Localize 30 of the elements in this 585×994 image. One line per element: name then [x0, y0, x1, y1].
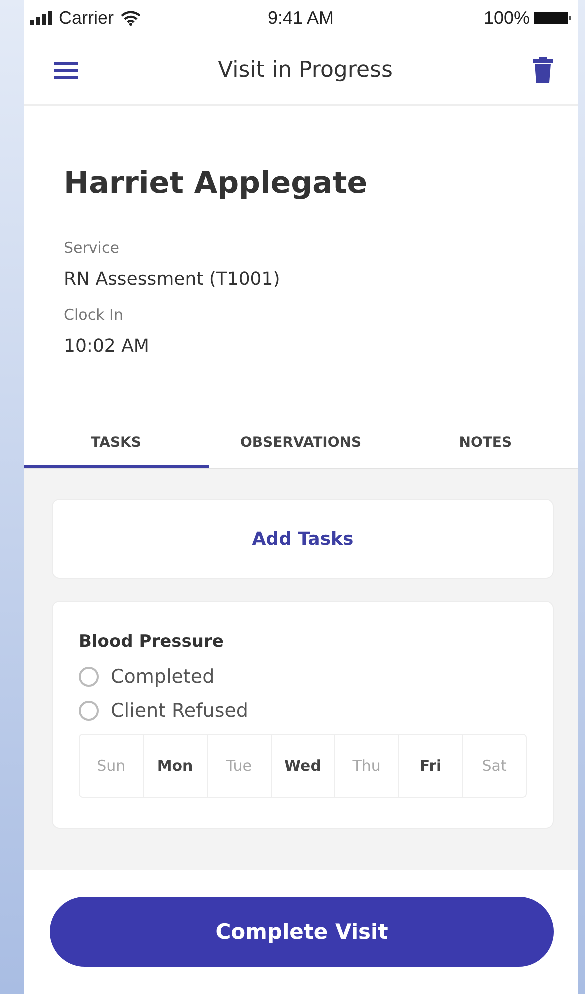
field-value: RN Assessment (T1001) [64, 269, 282, 290]
field-label: Clock In [64, 306, 124, 324]
day-cell: Wed [272, 735, 336, 797]
signal-icon [30, 11, 52, 25]
field-label: Service [64, 239, 120, 257]
menu-icon[interactable] [54, 62, 78, 78]
day-cell-text: Sat [481, 756, 508, 777]
tab[interactable]: NOTES [393, 425, 578, 468]
client-name: Harriet Applegate [64, 166, 369, 201]
day-cell: Sun [80, 735, 144, 797]
day-cell: Fri [399, 735, 464, 797]
day-cell: Thu [335, 735, 400, 797]
status-time: 9:41 AM [268, 8, 334, 28]
screen-title: Visit in Progress [218, 58, 393, 82]
add-tasks-button[interactable]: Add Tasks [52, 499, 554, 579]
field-value: 10:02 AM [64, 336, 150, 357]
trash-icon[interactable] [533, 57, 553, 83]
option-label: Client Refused [111, 700, 248, 722]
battery-icon [534, 11, 572, 25]
wifi-icon [121, 10, 142, 26]
day-cell: Mon [144, 735, 208, 797]
radio-button[interactable] [79, 701, 99, 721]
task-title: Blood Pressure [79, 632, 225, 652]
radio-button[interactable] [79, 667, 99, 687]
complete-visit-button[interactable]: Complete Visit [50, 897, 554, 967]
battery-percent: 100% [484, 8, 530, 28]
option-label: Completed [111, 666, 215, 688]
tab[interactable]: OBSERVATIONS [208, 425, 394, 468]
carrier-label: Carrier [59, 8, 114, 28]
day-cell: Tue [208, 735, 272, 797]
